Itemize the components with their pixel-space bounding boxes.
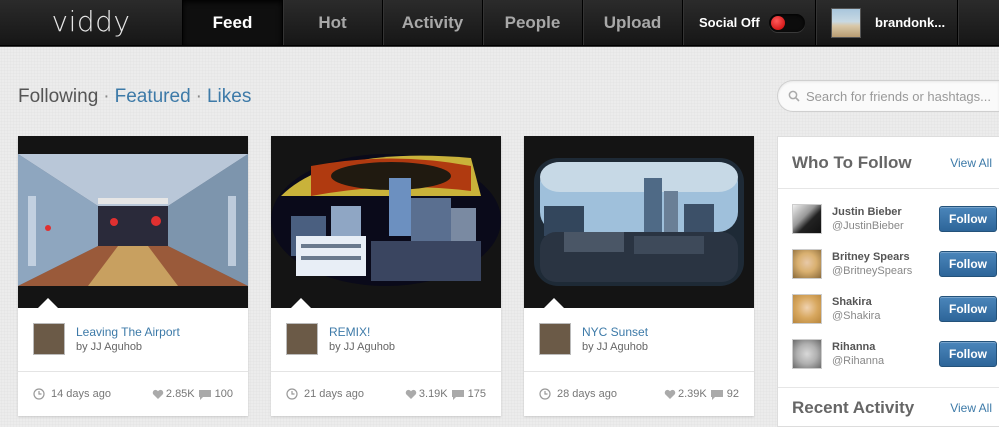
- video-byline[interactable]: by JJ Aguhob: [76, 341, 142, 353]
- follow-avatar[interactable]: [792, 294, 822, 324]
- comment-count: 175: [467, 388, 486, 400]
- recent-activity-title: Recent Activity: [792, 397, 915, 417]
- search-box: [777, 80, 999, 112]
- card-pointer: [38, 298, 58, 308]
- like-count: 2.85K: [165, 388, 195, 400]
- viddy-logo[interactable]: viddy: [0, 0, 182, 45]
- social-toggle[interactable]: [768, 13, 805, 32]
- video-thumbnail[interactable]: [271, 136, 501, 308]
- video-info: Leaving The Airport by JJ Aguhob: [18, 308, 248, 372]
- nav-end-cap: [957, 0, 999, 45]
- heart-icon[interactable]: [152, 389, 164, 400]
- video-card: REMIX! by JJ Aguhob 21 days ago 3.19K 17…: [271, 136, 501, 416]
- video-time: 14 days ago: [51, 388, 111, 400]
- follow-button[interactable]: Follow: [939, 251, 997, 277]
- view-all-activity-link[interactable]: View All: [950, 401, 992, 415]
- follow-suggestion: Shakira @Shakira Follow: [792, 292, 997, 326]
- video-card: NYC Sunset by JJ Aguhob 28 days ago 2.39…: [524, 136, 754, 416]
- who-to-follow-panel: Who To Follow View All Justin Bieber @Ju…: [777, 136, 999, 427]
- card-pointer: [544, 298, 564, 308]
- search-icon: [788, 90, 800, 102]
- clock-icon: [539, 388, 551, 400]
- author-avatar[interactable]: [286, 323, 318, 355]
- video-stats: 21 days ago 3.19K 175: [271, 372, 501, 416]
- follow-name[interactable]: Justin Bieber: [832, 206, 939, 218]
- video-info: REMIX! by JJ Aguhob: [271, 308, 501, 372]
- heart-icon[interactable]: [664, 389, 676, 400]
- search-input[interactable]: [806, 88, 996, 104]
- like-count: 2.39K: [678, 388, 707, 400]
- nav-tab-upload[interactable]: Upload: [582, 0, 682, 45]
- video-stats: 28 days ago 2.39K 92: [524, 372, 754, 416]
- who-to-follow-header: Who To Follow View All: [778, 137, 999, 189]
- comment-count: 92: [726, 388, 739, 400]
- follow-button[interactable]: Follow: [939, 341, 997, 367]
- author-avatar[interactable]: [539, 323, 571, 355]
- nav-tab-people[interactable]: People: [482, 0, 582, 45]
- video-time: 28 days ago: [557, 388, 617, 400]
- user-menu[interactable]: brandonk...: [815, 0, 957, 45]
- video-stats: 14 days ago 2.85K 100: [18, 372, 248, 416]
- filter-separator: ·: [195, 86, 202, 107]
- clock-icon: [33, 388, 45, 400]
- comment-icon[interactable]: [451, 389, 465, 400]
- author-avatar[interactable]: [33, 323, 65, 355]
- follow-button[interactable]: Follow: [939, 296, 997, 322]
- follow-suggestion: Rihanna @Rihanna Follow: [792, 337, 997, 371]
- follow-suggestion: Britney Spears @BritneySpears Follow: [792, 247, 997, 281]
- nav-tab-hot[interactable]: Hot: [282, 0, 382, 45]
- nav-tab-feed[interactable]: Feed: [182, 0, 282, 45]
- top-nav-bar: viddy Feed Hot Activity People Upload So…: [0, 0, 999, 46]
- follow-handle: @Shakira: [832, 310, 881, 322]
- video-byline[interactable]: by JJ Aguhob: [329, 341, 395, 353]
- clock-icon: [286, 388, 298, 400]
- follow-button[interactable]: Follow: [939, 206, 997, 232]
- follow-handle: @Rihanna: [832, 355, 885, 367]
- video-title[interactable]: REMIX!: [329, 325, 370, 339]
- card-pointer: [291, 298, 311, 308]
- video-thumbnail[interactable]: [18, 136, 248, 308]
- follow-avatar[interactable]: [792, 204, 822, 234]
- video-thumbnail[interactable]: [524, 136, 754, 308]
- follow-name[interactable]: Shakira: [832, 296, 939, 308]
- nav-tab-activity[interactable]: Activity: [382, 0, 482, 45]
- follow-avatar[interactable]: [792, 339, 822, 369]
- view-all-follow-link[interactable]: View All: [950, 156, 992, 170]
- video-byline[interactable]: by JJ Aguhob: [582, 341, 648, 353]
- follow-suggestion: Justin Bieber @JustinBieber Follow: [792, 202, 997, 236]
- filter-separator: ·: [103, 86, 110, 107]
- follow-name[interactable]: Britney Spears: [832, 251, 939, 263]
- user-avatar: [831, 7, 861, 38]
- filter-likes[interactable]: Likes: [207, 86, 251, 108]
- username: brandonk...: [875, 15, 946, 30]
- toggle-knob: [770, 15, 785, 30]
- video-card: Leaving The Airport by JJ Aguhob 14 days…: [18, 136, 248, 416]
- follow-handle: @JustinBieber: [832, 220, 904, 232]
- recent-activity-header: Recent Activity View All: [778, 387, 999, 427]
- like-count: 3.19K: [418, 388, 448, 400]
- social-toggle-area: Social Off: [682, 0, 815, 45]
- follow-handle: @BritneySpears: [832, 265, 913, 277]
- social-label: Social Off: [699, 15, 760, 30]
- comment-icon[interactable]: [710, 389, 724, 400]
- follow-avatar[interactable]: [792, 249, 822, 279]
- filter-following[interactable]: Following: [18, 86, 98, 108]
- comment-icon[interactable]: [198, 389, 212, 400]
- heart-icon[interactable]: [405, 389, 417, 400]
- comment-count: 100: [214, 388, 233, 400]
- follow-name[interactable]: Rihanna: [832, 341, 939, 353]
- video-title[interactable]: NYC Sunset: [582, 325, 648, 339]
- video-info: NYC Sunset by JJ Aguhob: [524, 308, 754, 372]
- video-title[interactable]: Leaving The Airport: [76, 325, 180, 339]
- feed-filters: Following · Featured · Likes: [18, 86, 251, 108]
- who-to-follow-title: Who To Follow: [792, 152, 912, 172]
- filter-featured[interactable]: Featured: [115, 86, 191, 108]
- video-time: 21 days ago: [304, 388, 364, 400]
